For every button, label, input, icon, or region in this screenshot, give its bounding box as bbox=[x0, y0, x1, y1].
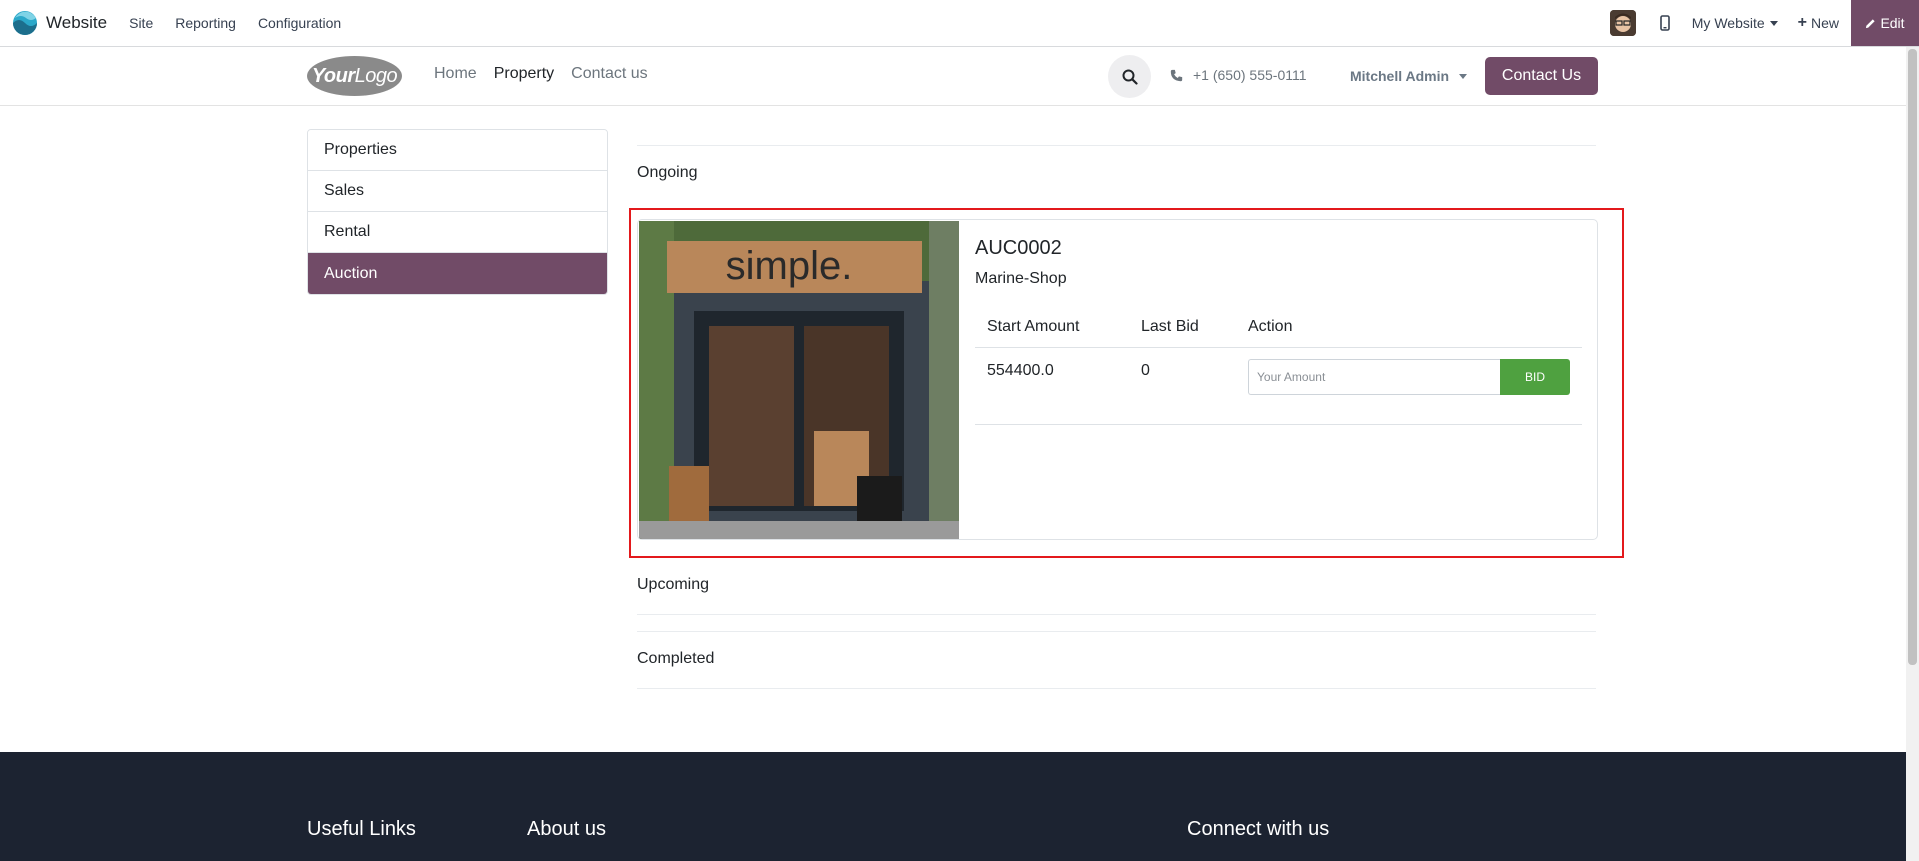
nav-home[interactable]: Home bbox=[434, 65, 477, 83]
divider bbox=[637, 631, 1596, 632]
menu-reporting[interactable]: Reporting bbox=[175, 15, 236, 31]
phone-number: +1 (650) 555-0111 bbox=[1193, 67, 1307, 83]
user-name: Mitchell Admin bbox=[1350, 68, 1450, 84]
divider bbox=[637, 614, 1596, 615]
menu-configuration[interactable]: Configuration bbox=[258, 15, 341, 31]
user-avatar[interactable] bbox=[1609, 10, 1636, 36]
auction-card: simple. AUC0002 Marine-Shop Start Amount… bbox=[637, 219, 1598, 540]
sidebar-item-properties[interactable]: Properties bbox=[308, 130, 607, 171]
section-upcoming[interactable]: Upcoming bbox=[637, 576, 709, 594]
website-app-logo[interactable]: Website bbox=[12, 10, 107, 36]
admin-menu: Site Reporting Configuration bbox=[129, 15, 363, 31]
logo-text-bold: Your bbox=[311, 64, 355, 87]
new-label: New bbox=[1810, 15, 1839, 31]
table-header: Start Amount Last Bid Action bbox=[975, 306, 1582, 348]
main-nav: Home Property Contact us bbox=[434, 65, 665, 83]
site-footer: Useful Links About us Connect with us bbox=[0, 752, 1906, 861]
scrollbar-thumb[interactable] bbox=[1908, 49, 1917, 665]
admin-bar: Website Site Reporting Configuration My … bbox=[0, 0, 1919, 47]
chevron-down-icon bbox=[1459, 73, 1468, 79]
sidebar-item-sales[interactable]: Sales bbox=[308, 171, 607, 212]
auction-image: simple. bbox=[639, 221, 959, 539]
contact-us-button[interactable]: Contact Us bbox=[1485, 57, 1598, 95]
app-name: Website bbox=[46, 13, 108, 32]
my-website-label: My Website bbox=[1691, 15, 1765, 31]
col-start-amount: Start Amount bbox=[987, 317, 1080, 335]
divider bbox=[637, 688, 1596, 689]
new-button[interactable]: + New bbox=[1798, 14, 1839, 32]
phone-contact[interactable]: +1 (650) 555-0111 bbox=[1170, 67, 1307, 83]
nav-contact-us[interactable]: Contact us bbox=[571, 65, 647, 83]
footer-connect: Connect with us bbox=[1187, 818, 1330, 840]
sidebar-item-auction[interactable]: Auction bbox=[308, 253, 607, 294]
table-row: 554400.0 0 BID bbox=[975, 348, 1582, 425]
admin-bar-right: My Website + New Edit bbox=[1609, 0, 1919, 46]
plus-icon: + bbox=[1797, 14, 1807, 31]
pencil-icon bbox=[1866, 18, 1876, 28]
edit-button[interactable]: Edit bbox=[1851, 0, 1919, 46]
my-website-dropdown[interactable]: My Website bbox=[1692, 15, 1778, 31]
edit-label: Edit bbox=[1880, 15, 1905, 31]
search-button[interactable] bbox=[1108, 55, 1151, 98]
bid-table: Start Amount Last Bid Action 554400.0 0 … bbox=[975, 306, 1582, 425]
nav-property[interactable]: Property bbox=[494, 65, 554, 83]
bid-amount-input[interactable] bbox=[1248, 359, 1500, 395]
col-last-bid: Last Bid bbox=[1141, 317, 1199, 335]
avatar-image bbox=[1609, 10, 1636, 36]
auction-code[interactable]: AUC0002 bbox=[975, 237, 1582, 260]
svg-text:simple.: simple. bbox=[726, 244, 853, 288]
last-bid-value: 0 bbox=[1141, 362, 1150, 379]
divider bbox=[637, 145, 1596, 146]
user-menu[interactable]: Mitchell Admin bbox=[1350, 68, 1468, 84]
bid-form: BID bbox=[1248, 359, 1582, 395]
chevron-down-icon bbox=[1769, 20, 1778, 26]
search-icon bbox=[1122, 69, 1138, 85]
auction-details: AUC0002 Marine-Shop Start Amount Last Bi… bbox=[975, 237, 1582, 425]
phone-icon bbox=[1170, 69, 1183, 81]
site-header: Your Logo Home Property Contact us +1 (65… bbox=[0, 47, 1906, 106]
section-ongoing[interactable]: Ongoing bbox=[637, 164, 698, 182]
mobile-preview-icon[interactable] bbox=[1659, 15, 1670, 31]
property-name: Marine-Shop bbox=[975, 270, 1067, 287]
logo-text: Logo bbox=[354, 64, 398, 87]
bid-button[interactable]: BID bbox=[1500, 359, 1570, 395]
footer-useful-links: Useful Links bbox=[307, 818, 416, 840]
section-completed[interactable]: Completed bbox=[637, 650, 714, 668]
footer-about-us: About us bbox=[527, 818, 606, 840]
property-sidebar: Properties Sales Rental Auction bbox=[307, 129, 608, 295]
page-scrollbar[interactable] bbox=[1906, 47, 1919, 861]
shop-photo: simple. bbox=[639, 221, 959, 539]
bid-action: BID bbox=[1236, 359, 1582, 424]
sidebar-item-rental[interactable]: Rental bbox=[308, 212, 607, 253]
start-amount-value: 554400.0 bbox=[987, 362, 1054, 379]
menu-site[interactable]: Site bbox=[129, 15, 153, 31]
website-app-icon bbox=[13, 11, 37, 35]
site-logo[interactable]: Your Logo bbox=[307, 56, 402, 96]
col-action: Action bbox=[1248, 317, 1293, 335]
